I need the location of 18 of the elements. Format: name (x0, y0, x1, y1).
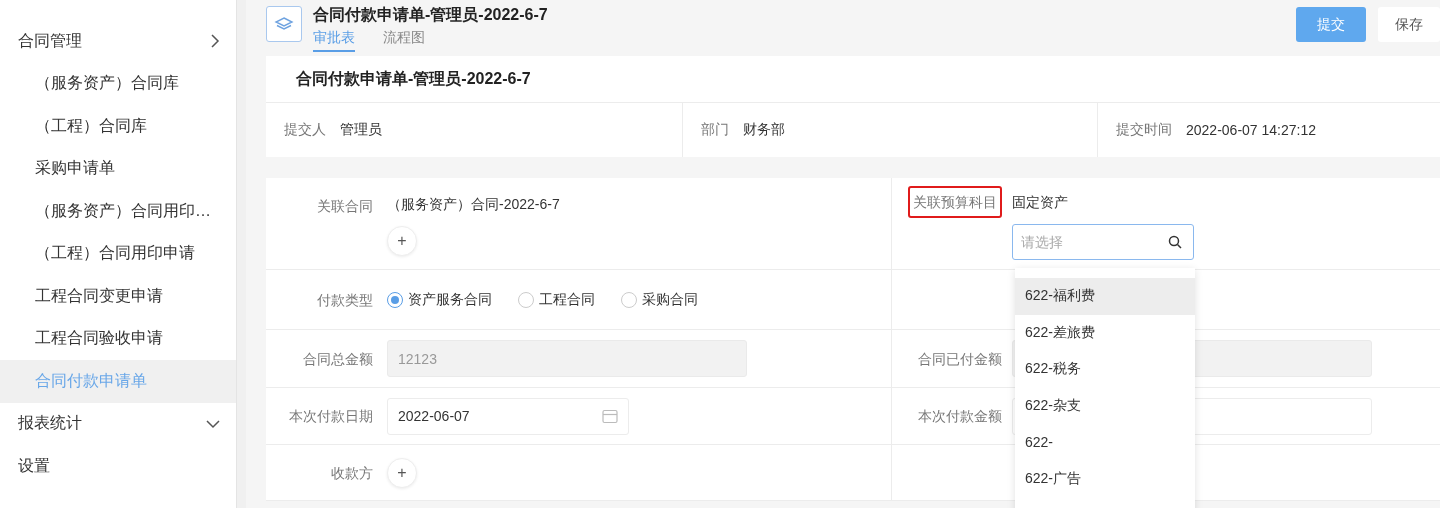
field-value: 2022-06-07 14:27:12 (1186, 122, 1316, 138)
field-label: 合同总金额 (302, 349, 373, 369)
form-title: 合同付款申请单-管理员-2022-6-7 (266, 56, 1440, 103)
field-label: 付款类型 (316, 290, 373, 310)
field-label: 部门 (701, 121, 729, 139)
field-label: 收款方 (330, 463, 373, 483)
field-value: 财务部 (743, 121, 785, 139)
field-label: 合同已付金额 (917, 349, 1002, 369)
field-label: 提交人 (284, 121, 326, 139)
field-value: 管理员 (340, 121, 382, 139)
field-value: （服务资产）合同-2022-6-7 (387, 196, 560, 214)
field-label: 提交时间 (1116, 121, 1172, 139)
field-label: 本次付款金额 (917, 407, 1002, 426)
field-label: 关联预算科目 (908, 186, 1002, 218)
page-title: 合同付款申请单-管理员-2022-6-7 (313, 5, 549, 25)
field-value: 固定资产 (1012, 194, 1068, 212)
field-label: 本次付款日期 (288, 407, 373, 426)
field-label: 关联合同 (316, 197, 373, 216)
